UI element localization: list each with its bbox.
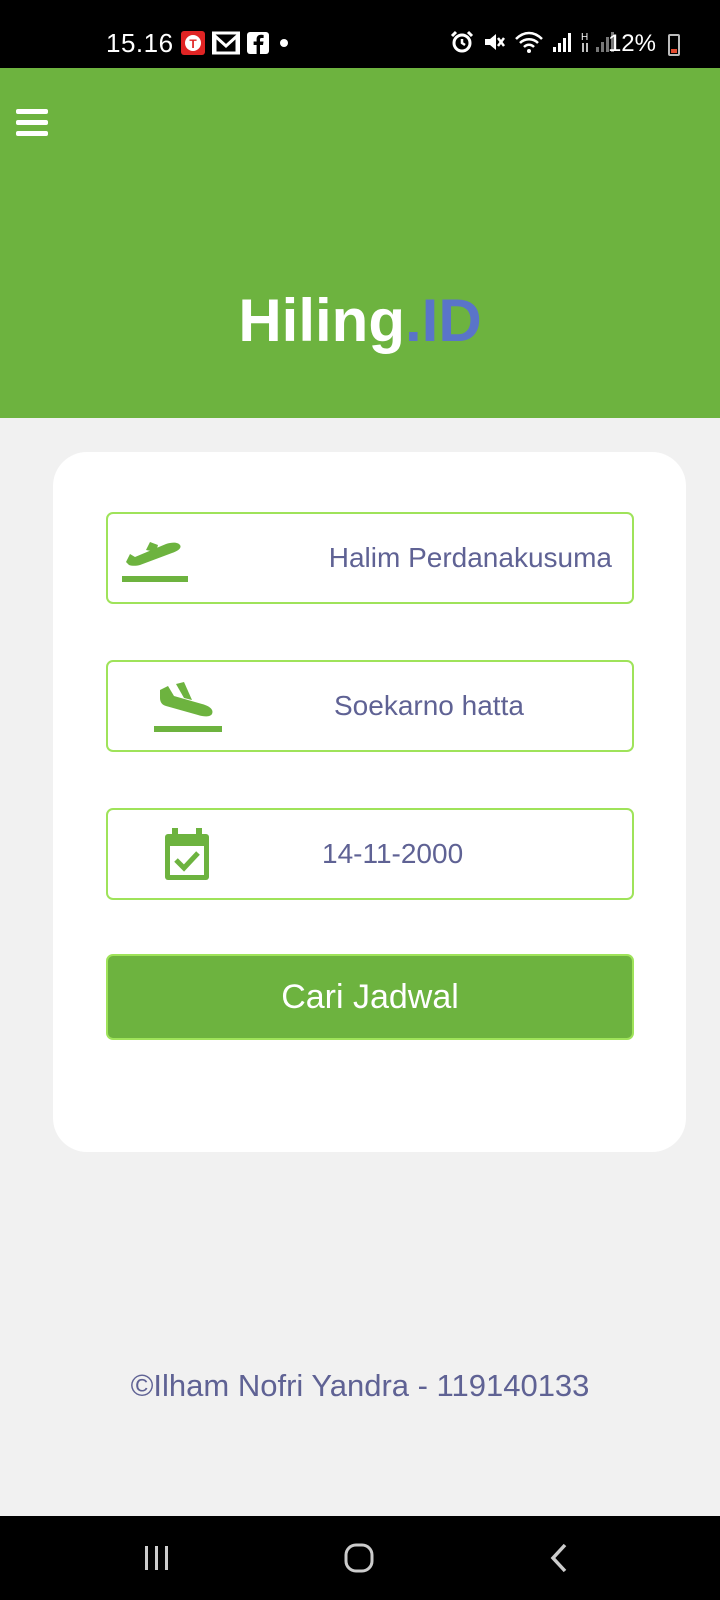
to-airport-value: Soekarno hatta — [334, 690, 524, 721]
app-notification-icon: T — [181, 31, 205, 55]
home-icon[interactable] — [343, 1542, 375, 1574]
app-header — [0, 68, 720, 418]
from-airport-field[interactable]: Halim Perdanakusuma — [106, 512, 634, 604]
to-airport-field[interactable]: Soekarno hatta — [106, 660, 634, 752]
plane-landing-icon — [154, 682, 222, 732]
back-icon[interactable] — [548, 1542, 570, 1574]
svg-text:H: H — [581, 32, 588, 43]
search-schedule-button[interactable]: Cari Jadwal — [106, 954, 634, 1040]
plane-takeoff-icon — [122, 542, 188, 582]
signal-icon — [553, 33, 571, 52]
svg-text:T: T — [189, 37, 197, 51]
dot-icon — [280, 39, 288, 47]
status-bar: 15.16 T H 12% — [0, 0, 720, 68]
facebook-icon — [247, 32, 269, 54]
alarm-icon — [450, 30, 474, 53]
battery-icon — [668, 34, 680, 56]
logo-main: Hiling — [238, 287, 405, 354]
status-time: 15.16 — [106, 28, 174, 58]
mute-icon — [485, 34, 505, 50]
from-airport-value: Halim Perdanakusuma — [328, 542, 612, 573]
date-field[interactable]: 14-11-2000 — [106, 808, 634, 900]
navigation-bar — [0, 1516, 720, 1600]
calendar-check-icon — [165, 828, 209, 880]
footer-credit: ©Ilham Nofri Yandra - 119140133 — [130, 1368, 590, 1403]
wifi-icon — [515, 31, 543, 53]
app-logo: Hiling.ID — [0, 286, 720, 355]
hamburger-icon — [16, 109, 48, 114]
menu-button[interactable] — [16, 109, 50, 137]
logo-accent: .ID — [404, 287, 482, 354]
notification-icons: T — [180, 30, 292, 56]
mail-notification-icon — [212, 31, 240, 55]
date-value: 14-11-2000 — [322, 838, 464, 869]
system-icons: H — [450, 30, 614, 54]
recent-apps-icon[interactable] — [143, 1544, 171, 1572]
battery-percent: 12% — [607, 30, 656, 57]
